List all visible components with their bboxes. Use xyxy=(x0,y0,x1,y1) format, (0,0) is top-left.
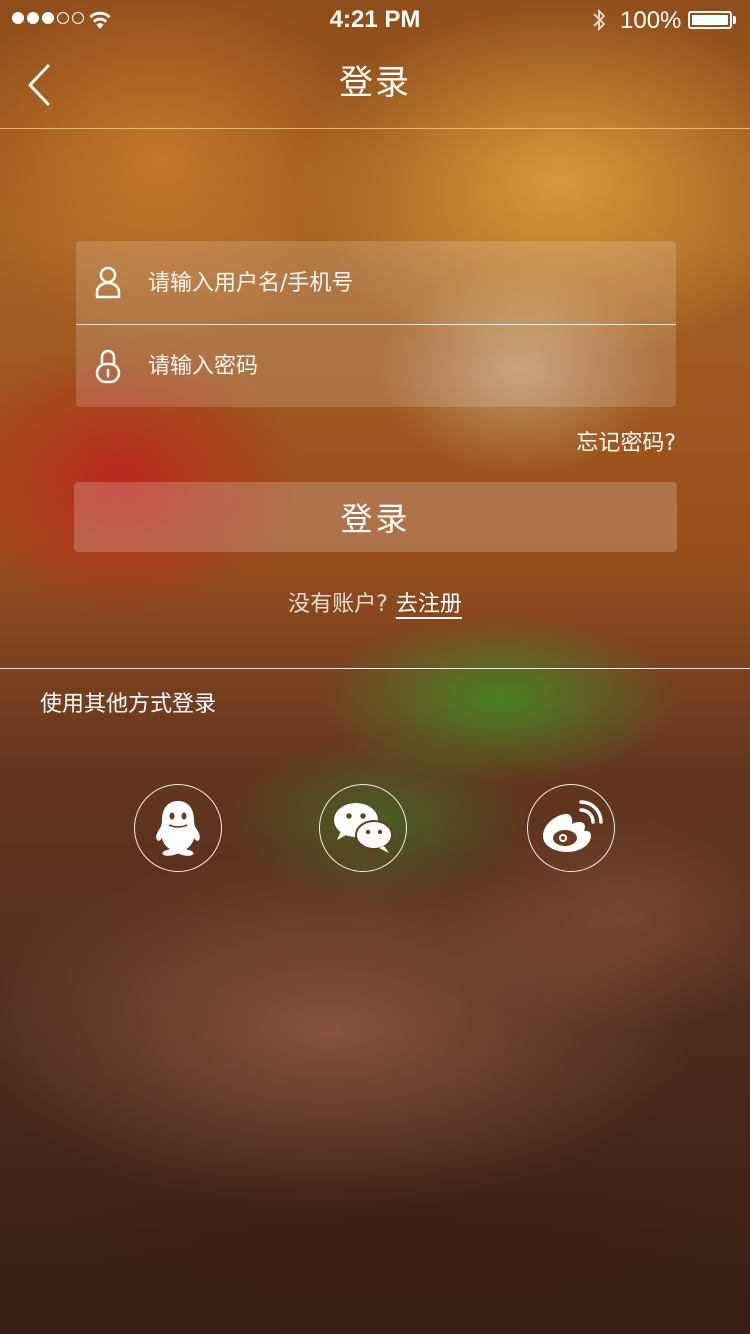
weibo-login-button[interactable] xyxy=(527,784,615,872)
qq-login-button[interactable] xyxy=(134,784,222,872)
divider xyxy=(0,668,750,669)
forgot-password-link[interactable]: 忘记密码? xyxy=(576,428,676,460)
battery-icon xyxy=(688,11,732,29)
register-prompt: 没有账户? xyxy=(288,592,388,617)
user-icon xyxy=(95,266,121,299)
status-bar: 4:21 PM 100% xyxy=(0,0,750,40)
other-login-title: 使用其他方式登录 xyxy=(40,692,217,717)
background-food-image xyxy=(0,0,750,1334)
register-row: 没有账户? 去注册 xyxy=(0,588,750,622)
bluetooth-icon xyxy=(593,8,606,32)
username-input[interactable] xyxy=(148,261,648,305)
wechat-icon xyxy=(334,803,393,853)
wechat-login-button[interactable] xyxy=(319,784,407,872)
login-button[interactable]: 登录 xyxy=(74,482,677,552)
password-row xyxy=(76,324,676,407)
login-form xyxy=(76,241,676,407)
qq-icon xyxy=(156,801,200,856)
register-link[interactable]: 去注册 xyxy=(396,592,462,617)
page-title: 登录 xyxy=(339,63,411,103)
battery-percent: 100% xyxy=(620,7,682,34)
password-input[interactable] xyxy=(148,344,648,388)
lock-icon xyxy=(95,349,121,384)
weibo-icon xyxy=(543,800,603,852)
nav-bar: 登录 xyxy=(0,40,750,129)
username-row xyxy=(76,241,676,325)
